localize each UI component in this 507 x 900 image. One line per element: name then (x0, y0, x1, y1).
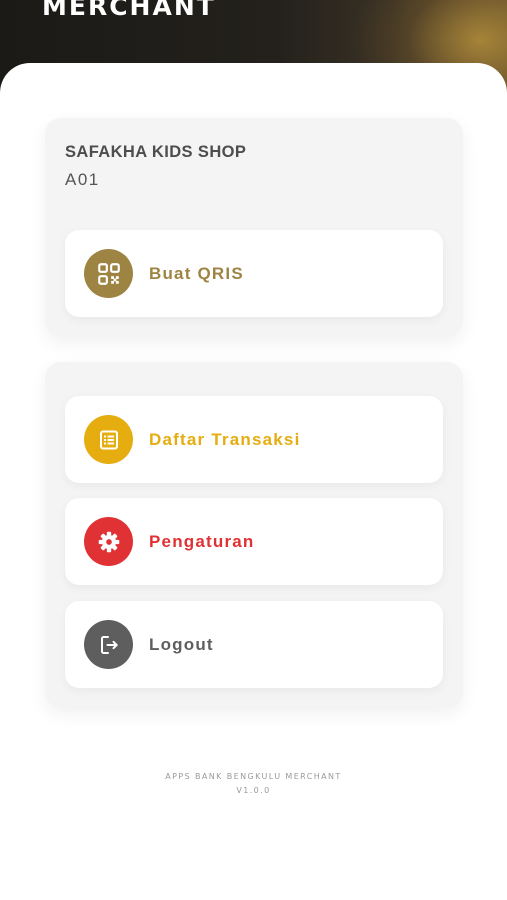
daftar-transaksi-label: Daftar Transaksi (149, 430, 301, 449)
header-title: MERCHANT (42, 0, 216, 21)
pengaturan-button[interactable]: Pengaturan (65, 498, 443, 585)
list-icon (84, 415, 133, 464)
gear-icon (84, 517, 133, 566)
footer-version: V1.0.0 (236, 786, 271, 795)
buat-qris-label: Buat QRIS (149, 264, 244, 283)
pengaturan-label: Pengaturan (149, 532, 255, 551)
merchant-name: SAFAKHA KIDS SHOP (65, 143, 247, 161)
logout-label: Logout (149, 635, 214, 654)
footer-app-name: APPS BANK BENGKULU MERCHANT (165, 772, 342, 781)
daftar-transaksi-button[interactable]: Daftar Transaksi (65, 396, 443, 483)
buat-qris-button[interactable]: Buat QRIS (65, 230, 443, 317)
logout-icon (84, 620, 133, 669)
qr-code-icon (84, 249, 133, 298)
logout-button[interactable]: Logout (65, 601, 443, 688)
merchant-code: A01 (65, 170, 100, 189)
